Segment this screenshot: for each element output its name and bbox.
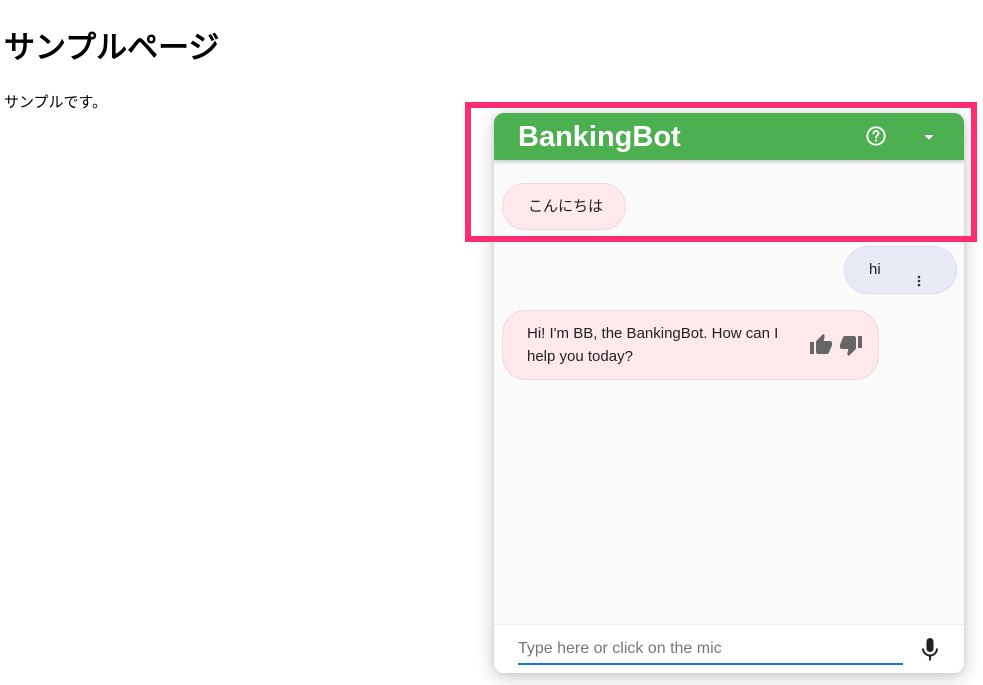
more-vertical-icon[interactable] (915, 262, 923, 287)
page-title: サンプルページ (4, 30, 220, 66)
user-message-text: hi (869, 261, 881, 278)
chat-header: BankingBot (494, 113, 964, 160)
caret-down-icon[interactable] (918, 126, 940, 148)
bot-message-reply: Hi! I'm BB, the BankingBot. How can I he… (502, 310, 879, 380)
help-icon[interactable] (865, 125, 887, 147)
chat-input-bar (494, 624, 964, 673)
chat-title: BankingBot (518, 121, 681, 153)
bot-message-greeting: こんにちは (502, 183, 626, 230)
chat-widget: BankingBot こんにちは hi Hi! I'm BB, the Bank… (494, 113, 964, 673)
page-body-text: サンプルです。 (4, 93, 108, 111)
microphone-icon[interactable] (918, 636, 942, 664)
thumb-up-icon[interactable] (809, 333, 833, 357)
thumb-down-icon[interactable] (839, 333, 863, 357)
user-message: hi (844, 246, 957, 294)
bot-message-text: こんにちは (528, 198, 604, 215)
message-input[interactable] (518, 635, 903, 665)
bot-message-text: Hi! I'm BB, the BankingBot. How can I he… (527, 325, 779, 365)
